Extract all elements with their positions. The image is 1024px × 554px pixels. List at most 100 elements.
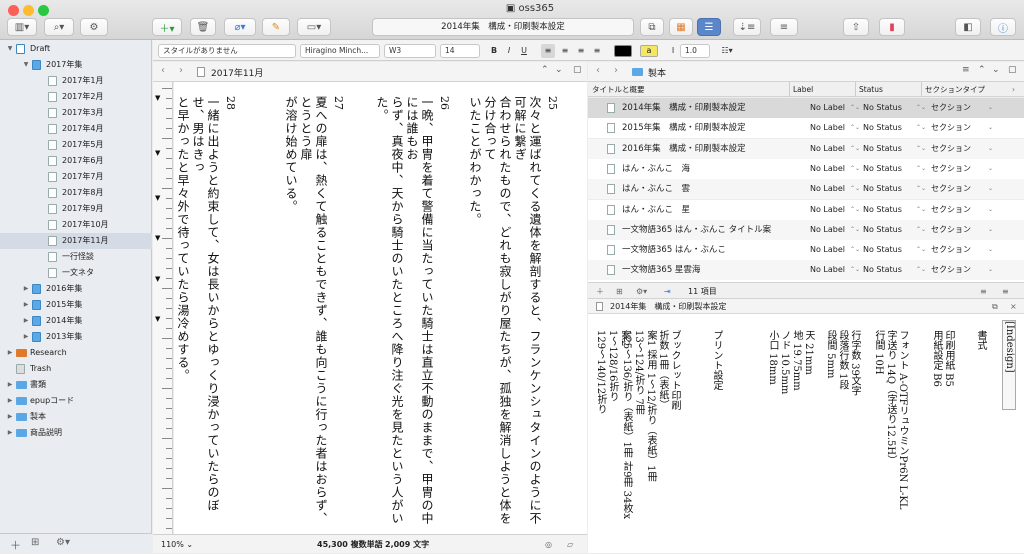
binder-item[interactable]: ▶ 2015年集 [0, 297, 152, 313]
story-text[interactable]: 次々と運ばれてくる遺体を解剖すると、フランケンシュタインのように不可解に繋ぎ 合… [468, 96, 542, 526]
layout-button[interactable]: ▭▾ [297, 18, 331, 36]
settings-button[interactable]: ⚙ [80, 18, 108, 36]
outliner-row[interactable]: 2014年集 構成・印刷製本設定 No Label No Status セクション ⌃⌄… [588, 98, 1024, 118]
disclosure-triangle-icon[interactable]: ▼ [6, 41, 14, 57]
next-doc-icon[interactable]: ⌄ [555, 65, 563, 75]
justify-button[interactable]: ≡ [590, 44, 604, 58]
bold-button[interactable]: B [487, 44, 501, 58]
popup-arrow-icon[interactable]: ⌃⌄ [916, 98, 926, 118]
disclosure-triangle-icon[interactable]: ▶ [6, 393, 14, 409]
row-section-type[interactable]: セクション [931, 200, 971, 220]
back-arrow-icon[interactable]: ‹ [161, 65, 165, 76]
popup-arrow-icon[interactable]: ⌃⌄ [916, 220, 926, 240]
outliner-row[interactable]: 2016年集 構成・印刷製本設定 No Label No Status セクション ⌃⌄… [588, 138, 1024, 159]
row-label[interactable]: No Label [810, 200, 845, 220]
row-label[interactable]: No Label [810, 179, 845, 199]
prev-doc-icon[interactable]: ⌃ [541, 65, 549, 75]
underline-button[interactable]: U [517, 44, 531, 58]
disclosure-triangle-icon[interactable]: ▶ [22, 281, 30, 297]
next-doc-icon[interactable]: ⌄ [992, 65, 1000, 75]
disclosure-triangle-icon[interactable]: ▶ [6, 409, 14, 425]
popup-arrow-icon[interactable]: ⌃⌄ [916, 179, 926, 199]
binder-item[interactable]: 2017年6月 [0, 153, 152, 169]
popup-arrow-icon[interactable]: ⌃⌄ [850, 118, 860, 138]
col-status[interactable]: Status [855, 82, 883, 97]
popup-arrow-icon[interactable]: ⌃⌄ [916, 159, 926, 179]
menu-icon[interactable]: ≡ [962, 65, 970, 75]
add-item-button[interactable]: ＋ [10, 537, 21, 553]
tab-stop-marker-icon[interactable]: ▼ [155, 234, 160, 242]
forward-arrow-icon[interactable]: › [179, 65, 183, 76]
tab-stop-marker-icon[interactable]: ▼ [155, 94, 160, 102]
popup-arrow-icon[interactable]: ⌄ [988, 159, 993, 179]
comment-icon[interactable]: ▱ [567, 535, 573, 554]
row-status[interactable]: No Status [863, 179, 902, 199]
add-item-button[interactable]: ＋ [596, 283, 604, 300]
row-status[interactable]: No Status [863, 240, 902, 260]
share-button[interactable]: ⇧ [843, 18, 869, 36]
outliner-row[interactable]: はん・ぶんこ 星 No Label No Status セクション ⌃⌄ ⌃⌄ ⌄ [588, 199, 1024, 220]
zoom-select[interactable]: 110% ⌄ [161, 535, 193, 554]
popup-arrow-icon[interactable]: ⌃⌄ [916, 240, 926, 260]
row-label[interactable]: No Label [810, 159, 845, 179]
bookmark-button[interactable]: ▮ [879, 18, 905, 36]
popup-arrow-icon[interactable]: ⌄ [988, 240, 993, 260]
binder-item[interactable]: 2017年8月 [0, 185, 152, 201]
binder-item[interactable]: ▼ 2017年集 [0, 57, 152, 73]
popup-arrow-icon[interactable]: ⌄ [988, 118, 993, 138]
popup-arrow-icon[interactable]: ⌃⌄ [916, 139, 926, 159]
trash-button[interactable]: 🗑 [190, 18, 216, 36]
popup-arrow-icon[interactable]: ⌃⌄ [850, 220, 860, 240]
notes-body[interactable]: [Indesign] 書式 印刷用紙 B5 用紙設定 B6 フォント A-OTFリュウ… [588, 314, 1024, 553]
row-label[interactable]: No Label [810, 98, 845, 118]
story-text[interactable]: 夏への扉は、熱くて触ることもできず、誰も向こうに行った者はおらず、とうとう扉 が… [284, 96, 328, 526]
inspector-button[interactable]: ⓘ [990, 18, 1016, 36]
binder-item[interactable]: 2017年11月 [0, 233, 152, 249]
tab-stop-marker-icon[interactable]: ▼ [155, 315, 160, 323]
binder-item[interactable]: 2017年9月 [0, 201, 152, 217]
col-title[interactable]: タイトルと概要 [592, 82, 645, 97]
row-section-type[interactable]: セクション [931, 220, 971, 240]
outliner-row[interactable]: 一文物語365 はん・ぶんこ No Label No Status セクション ⌃⌄ ⌃⌄… [588, 240, 1024, 261]
disclosure-triangle-icon[interactable]: ▶ [6, 377, 14, 393]
open-window-icon[interactable]: ⧉ [992, 299, 998, 314]
collapse-icon[interactable]: ≡ [1002, 283, 1009, 300]
outliner-settings-button[interactable]: ⚙▾ [636, 283, 647, 300]
align-left-button[interactable]: ≡ [541, 44, 555, 58]
binder-item[interactable]: 2017年3月 [0, 105, 152, 121]
popup-arrow-icon[interactable]: ⌄ [988, 220, 993, 240]
font-size-select[interactable]: 14 [440, 44, 480, 58]
row-label[interactable]: No Label [810, 118, 845, 138]
highlight-color-swatch[interactable]: a [640, 45, 658, 57]
tab-stop-marker-icon[interactable]: ▼ [155, 149, 160, 157]
binder-item[interactable]: ▶ epupコード [0, 393, 152, 409]
outliner-row[interactable]: はん・ぶんこ 雲 No Label No Status セクション ⌃⌄ ⌃⌄ ⌄ [588, 179, 1024, 200]
row-section-type[interactable]: セクション [931, 179, 971, 199]
align-right-button[interactable]: ≡ [574, 44, 588, 58]
popup-arrow-icon[interactable]: ⌃⌄ [850, 240, 860, 260]
attach-button[interactable]: ⌀▾ [224, 18, 256, 36]
expand-icon[interactable]: ≡ [980, 283, 987, 300]
popup-arrow-icon[interactable]: ⌃⌄ [850, 179, 860, 199]
binder-item[interactable]: ▶ 製本 [0, 409, 152, 425]
close-window-button[interactable] [8, 5, 19, 16]
binder-item[interactable]: 2017年5月 [0, 137, 152, 153]
align-center-button[interactable]: ≡ [558, 44, 572, 58]
address-bar[interactable]: 2014年集 構成・印刷製本設定 [372, 18, 634, 36]
line-spacing-select[interactable]: 1.0 [680, 44, 710, 58]
row-label[interactable]: No Label [810, 220, 845, 240]
binder-item[interactable]: 2017年2月 [0, 89, 152, 105]
disclosure-triangle-icon[interactable]: ▶ [6, 425, 14, 441]
prev-doc-icon[interactable]: ⌃ [978, 65, 986, 75]
row-section-type[interactable]: セクション [931, 98, 971, 118]
add-folder-button[interactable]: ⊞ [616, 283, 623, 300]
disclosure-triangle-icon[interactable]: ▶ [22, 329, 30, 345]
popup-arrow-icon[interactable]: ⌄ [988, 260, 993, 280]
disclosure-triangle-icon[interactable]: ▼ [22, 57, 30, 73]
row-status[interactable]: No Status [863, 118, 902, 138]
popup-arrow-icon[interactable]: ⌃⌄ [850, 98, 860, 118]
popup-arrow-icon[interactable]: ⌃⌄ [850, 139, 860, 159]
binder-item[interactable]: 2017年1月 [0, 73, 152, 89]
col-section-type[interactable]: セクションタイプ [921, 82, 985, 97]
row-label[interactable]: No Label [810, 260, 845, 280]
